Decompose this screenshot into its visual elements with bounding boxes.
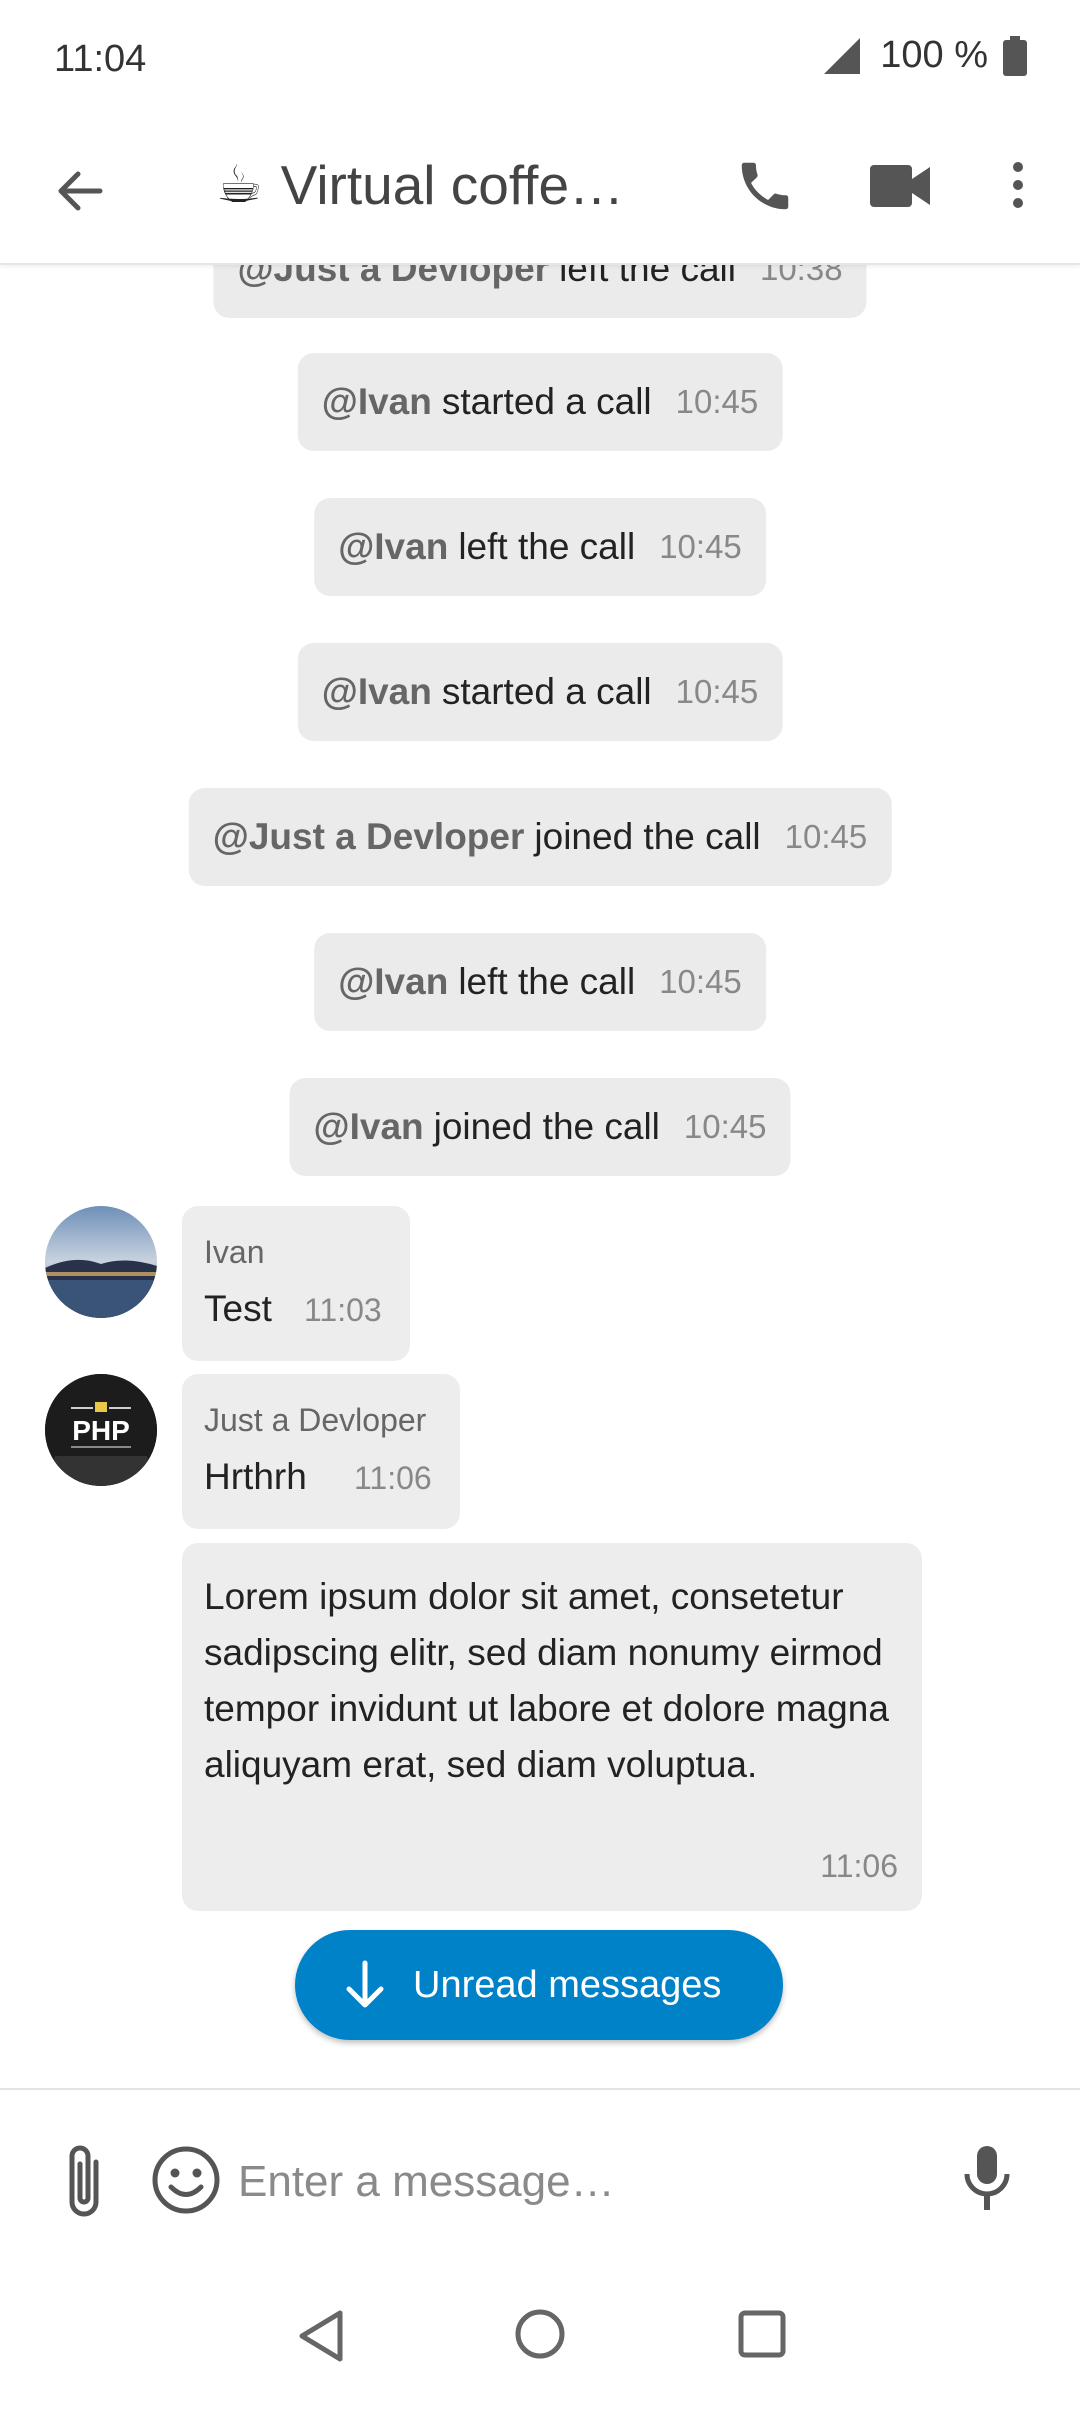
system-message-time: 10:38 [759, 263, 843, 287]
message-bubble[interactable]: Ivan Test 11:03 [182, 1206, 410, 1361]
emoji-icon[interactable] [150, 2144, 222, 2216]
system-message-actor: @Ivan [313, 1106, 424, 1147]
system-message-text: left the call [559, 263, 736, 289]
system-message-actor: @Just a Devloper [237, 263, 550, 289]
landscape-avatar-image [45, 1206, 157, 1318]
arrow-down-icon [346, 1960, 384, 2008]
conversation-title[interactable]: ☕ Virtual coffe… [216, 153, 624, 217]
system-message-actor: @Ivan [338, 526, 449, 567]
more-options-icon[interactable] [1000, 153, 1036, 217]
message-author: Ivan [204, 1234, 265, 1270]
system-message-text: started a call [441, 671, 652, 712]
system-message-text: left the call [458, 961, 636, 1002]
nav-recents-icon[interactable] [736, 2308, 788, 2360]
system-message: @Just a Devloper left the call 10:38 [213, 263, 867, 318]
paperclip-icon[interactable] [56, 2140, 116, 2224]
system-message-time: 10:45 [675, 383, 759, 420]
system-message: @Ivan started a call 10:45 [297, 643, 783, 741]
message-text: Lorem ipsum dolor sit amet, consetetur s… [204, 1576, 889, 1785]
message-bubble[interactable]: Lorem ipsum dolor sit amet, consetetur s… [182, 1543, 922, 1911]
back-arrow-icon[interactable] [50, 161, 110, 221]
video-call-icon[interactable] [868, 159, 932, 213]
battery-icon [1003, 35, 1027, 76]
system-message-text: left the call [458, 526, 636, 567]
system-message-actor: @Just a Devloper [212, 816, 525, 857]
system-message-actor: @Ivan [321, 671, 432, 712]
system-message-time: 10:45 [659, 963, 742, 1000]
system-message: @Ivan left the call 10:45 [314, 933, 766, 1031]
nav-home-icon[interactable] [512, 2306, 568, 2362]
system-message-time: 10:45 [675, 673, 759, 710]
nav-back-icon[interactable] [296, 2308, 346, 2364]
system-message-text: joined the call [433, 1106, 660, 1147]
microphone-icon[interactable] [958, 2142, 1016, 2216]
message-composer [0, 2088, 1080, 2262]
unread-messages-button[interactable]: Unread messages [295, 1930, 783, 2040]
status-icons: 100 % [822, 34, 1028, 77]
message-time: 11:06 [354, 1460, 432, 1496]
message-text: Hrthrh [204, 1456, 307, 1497]
system-message: @Ivan left the call 10:45 [314, 498, 766, 596]
status-bar: 11:04 100 % [0, 0, 1080, 125]
message-time: 11:03 [304, 1292, 382, 1328]
message-author: Just a Devloper [204, 1402, 427, 1438]
conversation-name: Virtual coffe… [280, 154, 625, 216]
system-message: @Ivan joined the call 10:45 [289, 1078, 791, 1176]
system-message-text: started a call [441, 381, 652, 422]
system-message-time: 10:45 [659, 528, 742, 565]
system-message: @Just a Devloper joined the call 10:45 [188, 788, 892, 886]
unread-messages-label: Unread messages [413, 1963, 722, 2006]
system-message-time: 10:45 [784, 818, 868, 855]
signal-icon [824, 37, 861, 74]
message-time: 11:06 [820, 1848, 898, 1884]
battery-percent: 100 % [880, 34, 988, 76]
phone-icon[interactable] [734, 155, 796, 217]
chat-history[interactable]: @Just a Devloper left the call 10:38 @Iv… [0, 263, 1080, 2088]
avatar-just-a-devloper[interactable]: PHP [45, 1374, 157, 1486]
php-avatar-image: PHP [45, 1374, 157, 1486]
avatar-php-text: PHP [72, 1415, 130, 1446]
app-bar: ☕ Virtual coffe… [0, 125, 1080, 265]
system-message-actor: @Ivan [321, 381, 432, 422]
message-input[interactable] [236, 2148, 900, 2216]
message-text: Test [204, 1288, 272, 1329]
status-time: 11:04 [54, 38, 147, 80]
system-message-text: joined the call [534, 816, 761, 857]
system-message-time: 10:45 [683, 1108, 767, 1145]
system-navigation-bar [0, 2260, 1080, 2412]
avatar-ivan[interactable] [45, 1206, 157, 1318]
message-bubble[interactable]: Just a Devloper Hrthrh 11:06 [182, 1374, 460, 1529]
system-message-actor: @Ivan [338, 961, 449, 1002]
system-message: @Ivan started a call 10:45 [297, 353, 783, 451]
coffee-icon: ☕ [216, 156, 263, 214]
